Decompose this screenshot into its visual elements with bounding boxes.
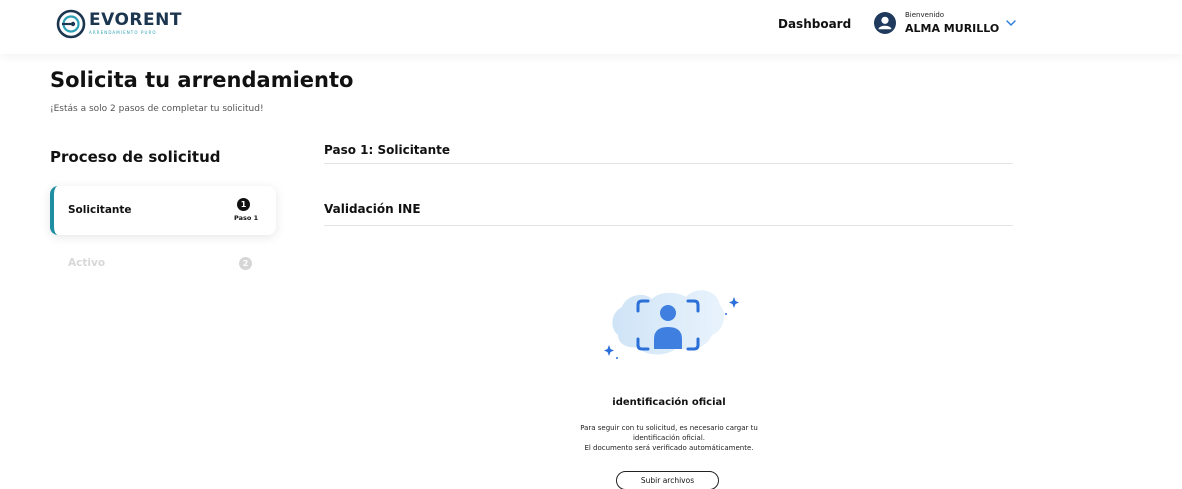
user-name: ALMA MURILLO [905, 22, 1000, 35]
page-title: Solicita tu arrendamiento [50, 68, 354, 92]
logo-name: EVORENT [89, 10, 182, 30]
step-sublabel: Paso 1 [234, 214, 259, 222]
divider [324, 163, 1013, 164]
process-title: Proceso de solicitud [50, 148, 221, 166]
face-id-scan-icon [604, 290, 739, 359]
step-number-badge: 1 [237, 198, 250, 211]
user-menu[interactable]: Bienvenido ALMA MURILLO [874, 11, 1017, 35]
step-heading: Paso 1: Solicitante [324, 143, 451, 157]
section-heading-ine: Validación INE [324, 202, 421, 216]
user-icon [874, 12, 896, 34]
id-description-line: identificación oficial. [632, 434, 706, 442]
step-item-activo[interactable]: Activo 2 [50, 250, 276, 280]
step-label: Activo [68, 257, 106, 269]
logo-mark-icon [56, 9, 86, 39]
top-header: EVORENT ARRENDAMIENTO PURO Dashboard Bie… [0, 0, 1182, 54]
step-number-badge: 2 [239, 257, 252, 270]
divider [324, 225, 1013, 226]
chevron-down-icon[interactable] [1005, 17, 1017, 29]
user-greeting: Bienvenido [905, 11, 945, 19]
id-description: Para seguir con tu solicitud, es necesar… [524, 423, 814, 453]
evorent-logo[interactable]: EVORENT ARRENDAMIENTO PURO [56, 9, 182, 39]
upload-files-button[interactable]: Subir archivos [616, 471, 719, 489]
step-item-solicitante[interactable]: Solicitante 1 Paso 1 [50, 186, 276, 235]
nav-dashboard-link[interactable]: Dashboard [778, 17, 851, 31]
id-description-line: El documento será verificado automáticam… [584, 444, 754, 452]
id-description-line: Para seguir con tu solicitud, es necesar… [580, 424, 758, 432]
page-subtitle: ¡Estás a solo 2 pasos de completar tu so… [50, 104, 264, 114]
logo-tagline: ARRENDAMIENTO PURO [89, 30, 157, 35]
step-label: Solicitante [68, 204, 132, 216]
id-title: identificación oficial [612, 397, 726, 408]
